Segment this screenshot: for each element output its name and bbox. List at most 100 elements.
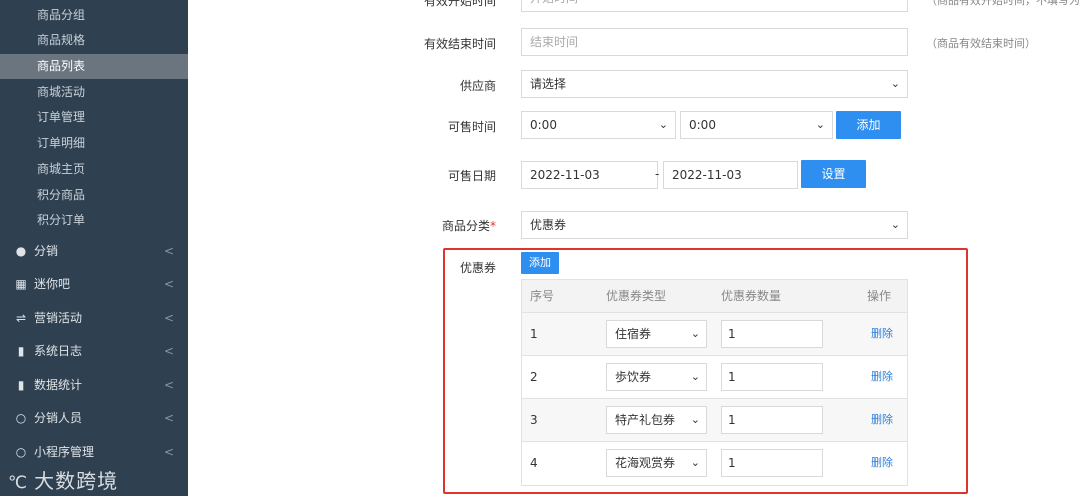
sidebar-menu-distribution[interactable]: ● 分销 < — [0, 235, 188, 268]
chat-icon: ○ — [15, 445, 27, 459]
sidebar-item-order-detail[interactable]: 订单明细 — [0, 131, 188, 156]
coupon-type-value: 歩饮券 — [615, 370, 652, 384]
sidebar-menu-label: 小程序管理 — [34, 445, 95, 459]
chevron-down-icon: ⌄ — [690, 413, 700, 426]
chevron-down-icon: ⌄ — [690, 370, 700, 383]
table-row: 3 特产礼包券 ⌄ 1 删除 — [522, 399, 907, 442]
chevron-left-icon: < — [163, 311, 174, 325]
sidebar-menu-system-log[interactable]: ▮ 系统日志 < — [0, 335, 188, 368]
table-row: 4 花海观赏券 ⌄ 1 删除 — [522, 442, 907, 485]
table-row: 1 住宿券 ⌄ 1 删除 — [522, 313, 907, 356]
set-sale-date-button[interactable]: 设置 — [801, 160, 866, 188]
row-index: 4 — [530, 456, 538, 470]
header-action: 操作 — [867, 289, 892, 303]
sidebar-menu-label: 数据统计 — [34, 378, 83, 392]
coupon-type-value: 花海观赏券 — [615, 456, 676, 470]
required-mark: * — [490, 219, 496, 233]
coupon-qty-input[interactable]: 1 — [721, 320, 823, 348]
delete-link[interactable]: 删除 — [871, 442, 893, 484]
sidebar-item-mall-home[interactable]: 商城主页 — [0, 157, 188, 182]
delete-link[interactable]: 删除 — [871, 356, 893, 398]
supplier-select[interactable]: 请选择 ⌄ — [521, 70, 908, 98]
chevron-left-icon: < — [163, 244, 174, 258]
chevron-down-icon: ⌄ — [890, 218, 900, 231]
header-coupon-type: 优惠券类型 — [606, 289, 667, 303]
sidebar: 商品分组 商品规格 商品列表 商城活动 订单管理 订单明细 商城主页 积分商品 … — [0, 0, 188, 496]
sidebar-menu-distributors[interactable]: ○ 分销人员 < — [0, 402, 188, 435]
sidebar-menu-label: 分销 — [34, 244, 59, 258]
sidebar-menu-mini-bar[interactable]: ▦ 迷你吧 < — [0, 268, 188, 301]
end-time-input[interactable]: 结束时间 — [521, 28, 908, 56]
chevron-down-icon: ⌄ — [815, 118, 825, 131]
coupon-label: 优惠券 — [459, 261, 496, 275]
sidebar-item-order-manage[interactable]: 订单管理 — [0, 105, 188, 130]
sidebar-menu-statistics[interactable]: ▮ 数据统计 < — [0, 369, 188, 402]
category-value: 优惠券 — [530, 218, 567, 232]
sidebar-menu-label: 营销活动 — [34, 311, 83, 325]
coupon-type-value: 住宿券 — [615, 327, 652, 341]
chevron-left-icon: < — [163, 378, 174, 392]
coupon-type-select[interactable]: 特产礼包券 ⌄ — [606, 406, 707, 434]
chevron-left-icon: < — [163, 344, 174, 358]
coupon-qty-input[interactable]: 1 — [721, 449, 823, 477]
header-coupon-qty: 优惠券数量 — [721, 289, 782, 303]
coupon-type-select[interactable]: 歩饮券 ⌄ — [606, 363, 707, 391]
end-time-label: 有效结束时间 — [423, 37, 496, 51]
supplier-value: 请选择 — [530, 77, 567, 91]
coupon-table: 序号 优惠券类型 优惠券数量 操作 1 住宿券 ⌄ 1 删除 2 歩饮券 ⌄ 1 删… — [521, 279, 908, 486]
sidebar-menu-label: 迷你吧 — [34, 277, 71, 291]
coupon-qty-input[interactable]: 1 — [721, 406, 823, 434]
coupon-type-value: 特产礼包券 — [615, 413, 676, 427]
sidebar-item-goods-list[interactable]: 商品列表 — [0, 54, 188, 79]
sidebar-menu-label: 系统日志 — [34, 344, 83, 358]
add-coupon-button[interactable]: 添加 — [521, 252, 559, 274]
add-sale-time-button[interactable]: 添加 — [836, 111, 901, 139]
coupon-table-header: 序号 优惠券类型 优惠券数量 操作 — [522, 280, 907, 313]
start-time-hint: （商品有效开始时间，不填写为永 — [926, 0, 1080, 7]
row-index: 2 — [530, 370, 538, 384]
header-index: 序号 — [530, 289, 555, 303]
users-icon: ● — [15, 244, 27, 258]
sidebar-item-goods-spec[interactable]: 商品规格 — [0, 28, 188, 53]
grid-icon: ▦ — [15, 277, 27, 291]
file-icon: ▮ — [17, 378, 25, 392]
category-select[interactable]: 优惠券 ⌄ — [521, 211, 908, 239]
table-row: 2 歩饮券 ⌄ 1 删除 — [522, 356, 907, 399]
start-time-label: 有效开始时间 — [423, 0, 496, 8]
coupon-qty-input[interactable]: 1 — [721, 363, 823, 391]
sidebar-item-mall-activity[interactable]: 商城活动 — [0, 80, 188, 105]
end-time-hint: （商品有效结束时间） — [926, 37, 1036, 50]
watermark-logo-icon: ℃ — [8, 473, 29, 493]
sale-time-to-select[interactable]: 0:00 ⌄ — [680, 111, 833, 139]
chevron-down-icon: ⌄ — [658, 118, 668, 131]
chevron-down-icon: ⌄ — [890, 77, 900, 90]
coupon-type-select[interactable]: 住宿券 ⌄ — [606, 320, 707, 348]
sale-time-from-value: 0:00 — [530, 118, 557, 132]
sale-date-label: 可售日期 — [447, 169, 496, 183]
file-icon: ▮ — [17, 344, 25, 358]
sale-date-to-input[interactable]: 2022-11-03 — [663, 161, 798, 189]
sidebar-item-points-goods[interactable]: 积分商品 — [0, 183, 188, 208]
sale-time-from-select[interactable]: 0:00 ⌄ — [521, 111, 676, 139]
supplier-label: 供应商 — [459, 79, 496, 93]
row-index: 3 — [530, 413, 538, 427]
start-time-input[interactable]: 开始时间 — [521, 0, 908, 12]
delete-link[interactable]: 删除 — [871, 313, 893, 355]
watermark-text: 大数跨境 — [34, 469, 119, 493]
sale-time-to-value: 0:00 — [689, 118, 716, 132]
watermark: ℃ 大数跨境 — [0, 466, 188, 496]
date-range-separator: - — [655, 167, 660, 181]
sidebar-item-goods-group[interactable]: 商品分组 — [0, 3, 188, 28]
coupon-type-select[interactable]: 花海观赏券 ⌄ — [606, 449, 707, 477]
sidebar-item-points-order[interactable]: 积分订单 — [0, 208, 188, 233]
delete-link[interactable]: 删除 — [871, 399, 893, 441]
sidebar-menu-miniprogram[interactable]: ○ 小程序管理 < — [0, 436, 188, 469]
chevron-left-icon: < — [163, 277, 174, 291]
sidebar-menu-label: 分销人员 — [34, 411, 83, 425]
sale-date-from-input[interactable]: 2022-11-03 — [521, 161, 658, 189]
chevron-down-icon: ⌄ — [690, 456, 700, 469]
shuffle-icon: ⇌ — [15, 311, 27, 325]
chevron-left-icon: < — [163, 411, 174, 425]
sidebar-menu-marketing[interactable]: ⇌ 营销活动 < — [0, 302, 188, 335]
category-label-text: 商品分类 — [441, 219, 490, 233]
